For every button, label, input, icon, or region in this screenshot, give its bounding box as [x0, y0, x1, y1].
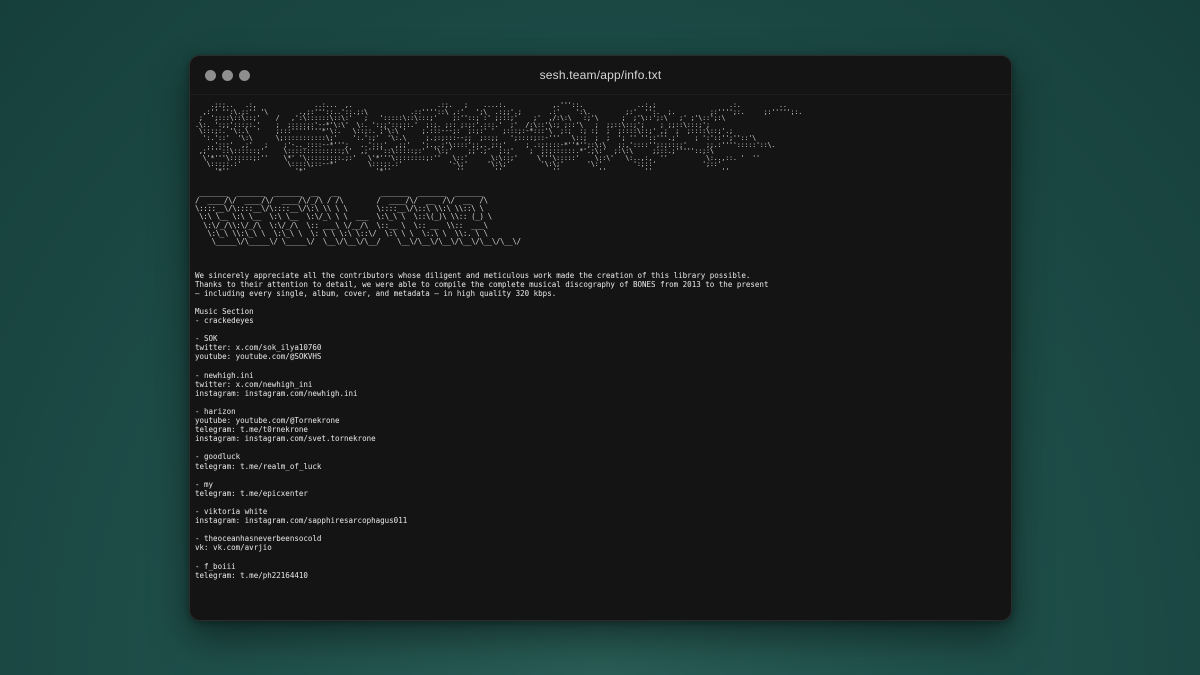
text-line [195, 498, 1011, 507]
text-line: vk: vk.com/avrjio [195, 543, 272, 553]
text-line: telegram: t.me/epicxenter [195, 488, 308, 498]
text-line: instagram: instagram.com/sapphiresarcoph… [195, 516, 408, 526]
text-line [195, 471, 1011, 480]
text-line: instagram: instagram.com/newhigh.ini [195, 388, 358, 398]
text-line: — including every single, album, cover, … [195, 288, 557, 298]
text-line: We sincerely appreciate all the contribu… [195, 270, 751, 280]
text-line: twitter: x.com/newhigh_ini [195, 379, 313, 389]
text-line: Thanks to their attention to detail, we … [195, 279, 769, 289]
text-line [195, 398, 1011, 407]
text-line [195, 362, 1011, 371]
text-line: - SOK [195, 334, 218, 344]
text-line [195, 553, 1011, 562]
title-bar[interactable]: sesh.team/app/info.txt [190, 56, 1011, 95]
text-line: telegram: t.me/t0rnekrone [195, 425, 308, 435]
text-line: instagram: instagram.com/svet.tornekrone [195, 434, 376, 444]
text-line: youtube: youtube.com/@Tornekrone [195, 416, 340, 426]
text-line: Music Section [195, 306, 254, 316]
text-viewer-window: sesh.team/app/info.txt .;:;.. .:, ..:...… [189, 55, 1012, 621]
text-line: youtube: youtube.com/@SOKVHS [195, 352, 322, 362]
text-line [195, 443, 1011, 452]
ascii-logo: .;:;.. .:, ..:... ,. .:;. ; ....:. ,.'''… [195, 101, 803, 175]
text-line: - newhigh.ini [195, 370, 254, 380]
text-line: - f_boiii [195, 561, 236, 571]
text-line: telegram: t.me/ph22164410 [195, 570, 308, 580]
file-content[interactable]: .;:;.. .:, ..:... ,. .:;. ; ....:. ,.'''… [195, 94, 1011, 620]
text-line: - theoceanhasneverbeensocold [195, 534, 322, 544]
text-line: - my [195, 479, 214, 489]
text-line: - goodluck [195, 452, 241, 462]
text-line [195, 325, 1011, 334]
text-line: telegram: t.me/realm_of_luck [195, 461, 322, 471]
text-line: - crackedeyes [195, 316, 254, 326]
text-line: twitter: x.com/sok_ilya10760 [195, 343, 322, 353]
text-line [195, 525, 1011, 534]
text-line [195, 298, 1011, 307]
text-line: - viktoria white [195, 507, 268, 517]
text-line: - harizon [195, 407, 236, 417]
ascii-banner: _______ _______ _______ __ __ _______ __… [195, 187, 521, 247]
info-text: We sincerely appreciate all the contribu… [195, 271, 1011, 580]
window-title: sesh.team/app/info.txt [539, 68, 662, 82]
